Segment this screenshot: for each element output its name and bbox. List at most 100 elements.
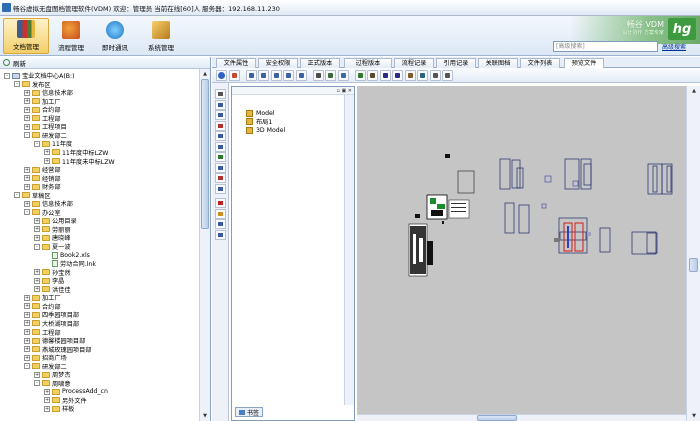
collapse-icon[interactable]: - — [14, 81, 20, 88]
toolbar-button-instant-message[interactable]: 即时通讯 — [92, 18, 138, 54]
dimension-icon[interactable] — [215, 183, 226, 194]
expand-icon[interactable]: + — [24, 346, 30, 353]
expand-icon[interactable]: + — [44, 388, 50, 395]
expand-icon[interactable]: + — [34, 217, 40, 224]
canvas-horizontal-thumb[interactable] — [477, 415, 517, 421]
pencil-icon[interactable] — [228, 70, 240, 81]
tree-scrollbar[interactable]: ▲ ▼ — [199, 69, 210, 421]
tree-scrollbar-thumb[interactable] — [201, 79, 209, 229]
canvas-vertical-thumb[interactable] — [689, 258, 698, 272]
scroll-up-arrow-icon[interactable]: ▲ — [690, 87, 698, 95]
tab-9[interactable]: 预览文件 — [564, 58, 604, 68]
stamp-icon[interactable] — [215, 219, 226, 229]
arrow-icon[interactable] — [215, 173, 226, 183]
tab-6[interactable]: 引用记录 — [436, 58, 476, 68]
layers-icon[interactable] — [312, 70, 324, 81]
expand-icon[interactable]: + — [24, 320, 30, 327]
expand-icon[interactable]: + — [44, 405, 50, 412]
expand-icon[interactable]: + — [24, 337, 30, 344]
print-icon[interactable] — [442, 70, 453, 81]
collapse-icon[interactable]: - — [14, 192, 20, 199]
collapse-icon[interactable]: - — [24, 363, 30, 370]
cloud-icon[interactable] — [215, 162, 226, 173]
search-input[interactable]: [高级搜索] — [553, 41, 658, 52]
expand-icon[interactable]: + — [24, 183, 30, 190]
arc-icon[interactable] — [215, 131, 226, 141]
expand-icon[interactable]: + — [44, 149, 50, 156]
layout-item[interactable]: 布局1 — [246, 118, 272, 126]
rectangle-icon[interactable] — [215, 141, 226, 152]
rotate-back-icon[interactable] — [392, 70, 403, 81]
markup-icon[interactable] — [215, 152, 226, 162]
zoom-out-icon[interactable] — [258, 70, 269, 81]
layout-item[interactable]: Model — [246, 109, 275, 117]
toolbar-button-system-admin[interactable]: 系统管理 — [138, 18, 184, 54]
collapse-icon[interactable]: - — [34, 140, 40, 147]
expand-icon[interactable]: + — [24, 166, 30, 173]
measure-icon[interactable] — [404, 70, 416, 81]
circle-icon[interactable] — [215, 120, 226, 131]
expand-icon[interactable]: + — [34, 226, 40, 233]
zoom-window-icon[interactable] — [270, 70, 282, 81]
expand-icon[interactable]: + — [34, 234, 40, 241]
drawing-preview-canvas[interactable] — [357, 86, 686, 414]
structure-window-buttons[interactable]: ▫ ▣ ✕ — [337, 88, 352, 94]
fit-icon[interactable] — [295, 70, 307, 81]
warning-icon[interactable] — [215, 208, 226, 219]
tab-1[interactable]: 文件属性 — [216, 58, 256, 68]
zoom-in-icon[interactable] — [245, 70, 257, 81]
expand-icon[interactable]: + — [24, 294, 30, 301]
delete-icon[interactable] — [215, 198, 226, 208]
line-icon[interactable] — [215, 99, 226, 110]
save-markup-icon[interactable] — [215, 229, 226, 240]
view-icon[interactable] — [337, 70, 349, 81]
rotate-icon[interactable] — [379, 70, 391, 81]
expand-icon[interactable]: + — [24, 200, 30, 207]
expand-icon[interactable]: + — [24, 106, 30, 113]
expand-icon[interactable]: + — [24, 89, 30, 96]
tab-3[interactable]: 正式版本 — [300, 58, 340, 68]
collapse-icon[interactable]: - — [4, 72, 10, 79]
toolbar-button-document-management[interactable]: 文档管理 — [3, 18, 49, 54]
expand-icon[interactable]: + — [24, 303, 30, 310]
copy-icon[interactable] — [325, 70, 336, 81]
expand-icon[interactable]: + — [24, 123, 30, 130]
structure-scrollbar[interactable] — [344, 95, 354, 405]
select-icon[interactable] — [215, 89, 226, 99]
expand-icon[interactable]: + — [24, 354, 30, 361]
expand-icon[interactable]: + — [34, 286, 40, 293]
expand-icon[interactable]: + — [44, 158, 50, 164]
scroll-up-arrow-icon[interactable]: ▲ — [201, 70, 209, 78]
collapse-icon[interactable]: - — [24, 132, 30, 139]
expand-icon[interactable]: + — [24, 329, 30, 335]
collapse-icon[interactable]: - — [24, 209, 30, 216]
expand-icon[interactable]: + — [44, 397, 50, 404]
document-tree[interactable]: - 宝业文档中心A(B:) - 发布区 + 信息技术部 + 加工厂 + 合约部 + 工程部 + 工程项目 -… — [0, 69, 200, 421]
advanced-search-link[interactable]: 高级搜索 — [662, 42, 686, 51]
toolbar-button-workflow[interactable]: 流程管理 — [48, 18, 94, 54]
tab-2[interactable]: 安全权限 — [258, 58, 298, 68]
tab-4[interactable]: 过程版本 — [344, 58, 392, 68]
pan-icon[interactable] — [354, 70, 366, 81]
refresh-button[interactable]: 刷新 — [0, 57, 210, 69]
scroll-down-arrow-icon[interactable]: ▼ — [690, 412, 698, 420]
expand-icon[interactable]: + — [24, 175, 30, 182]
zoom-extents-icon[interactable] — [283, 70, 294, 81]
collapse-icon[interactable]: - — [34, 243, 40, 250]
tab-7[interactable]: 关联图档 — [478, 58, 518, 68]
layout-item[interactable]: 3D Model — [246, 126, 285, 134]
bookmark-tab[interactable]: 书签 — [235, 407, 264, 417]
collapse-icon[interactable]: - — [34, 380, 40, 387]
canvas-horizontal-scrollbar[interactable] — [357, 414, 686, 421]
text-icon[interactable] — [429, 70, 441, 81]
expand-icon[interactable]: + — [24, 311, 30, 318]
expand-icon[interactable]: + — [34, 277, 40, 284]
tree-node[interactable]: + 样板 — [44, 404, 74, 413]
polyline-icon[interactable] — [215, 110, 226, 120]
expand-icon[interactable]: + — [34, 371, 40, 378]
scroll-down-arrow-icon[interactable]: ▼ — [201, 412, 209, 420]
canvas-vertical-scrollbar[interactable]: ▲ ▼ — [686, 86, 700, 421]
expand-icon[interactable]: + — [34, 269, 40, 276]
tab-5[interactable]: 流程记录 — [394, 58, 434, 68]
expand-icon[interactable]: + — [24, 115, 30, 122]
